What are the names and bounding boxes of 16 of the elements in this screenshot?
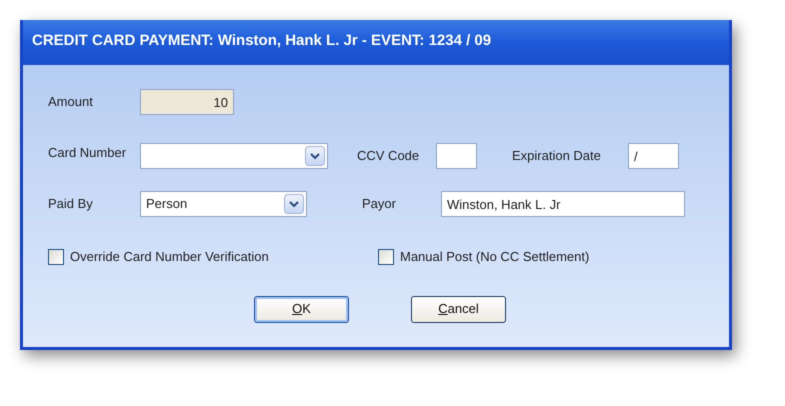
- checkbox[interactable]: Manual Post (No CC Settlement): [378, 247, 590, 266]
- field-label: CCV Code: [357, 147, 420, 166]
- field-label: Card Number: [48, 144, 128, 162]
- paid-by-dropdown[interactable]: Person: [140, 191, 307, 217]
- checkbox[interactable]: Override Card Number Verification: [48, 247, 378, 266]
- dialog-button[interactable]: OK: [254, 296, 349, 322]
- window-title: CREDIT CARD PAYMENT: Winston, Hank L. Jr - EVENT: 1234 / 09: [32, 30, 492, 51]
- payor-field[interactable]: Winston, Hank L. Jr: [441, 191, 685, 217]
- dialog-button[interactable]: Cancel: [411, 296, 506, 322]
- amount-field[interactable]: 10: [140, 89, 234, 115]
- field-label: Paid By: [48, 195, 94, 214]
- field-label: Amount: [48, 93, 94, 112]
- ccv-code-field[interactable]: [436, 143, 477, 169]
- field-label: Payor: [362, 195, 397, 214]
- expiration-date-field[interactable]: /: [628, 143, 679, 169]
- field-label: Expiration Date: [512, 147, 602, 166]
